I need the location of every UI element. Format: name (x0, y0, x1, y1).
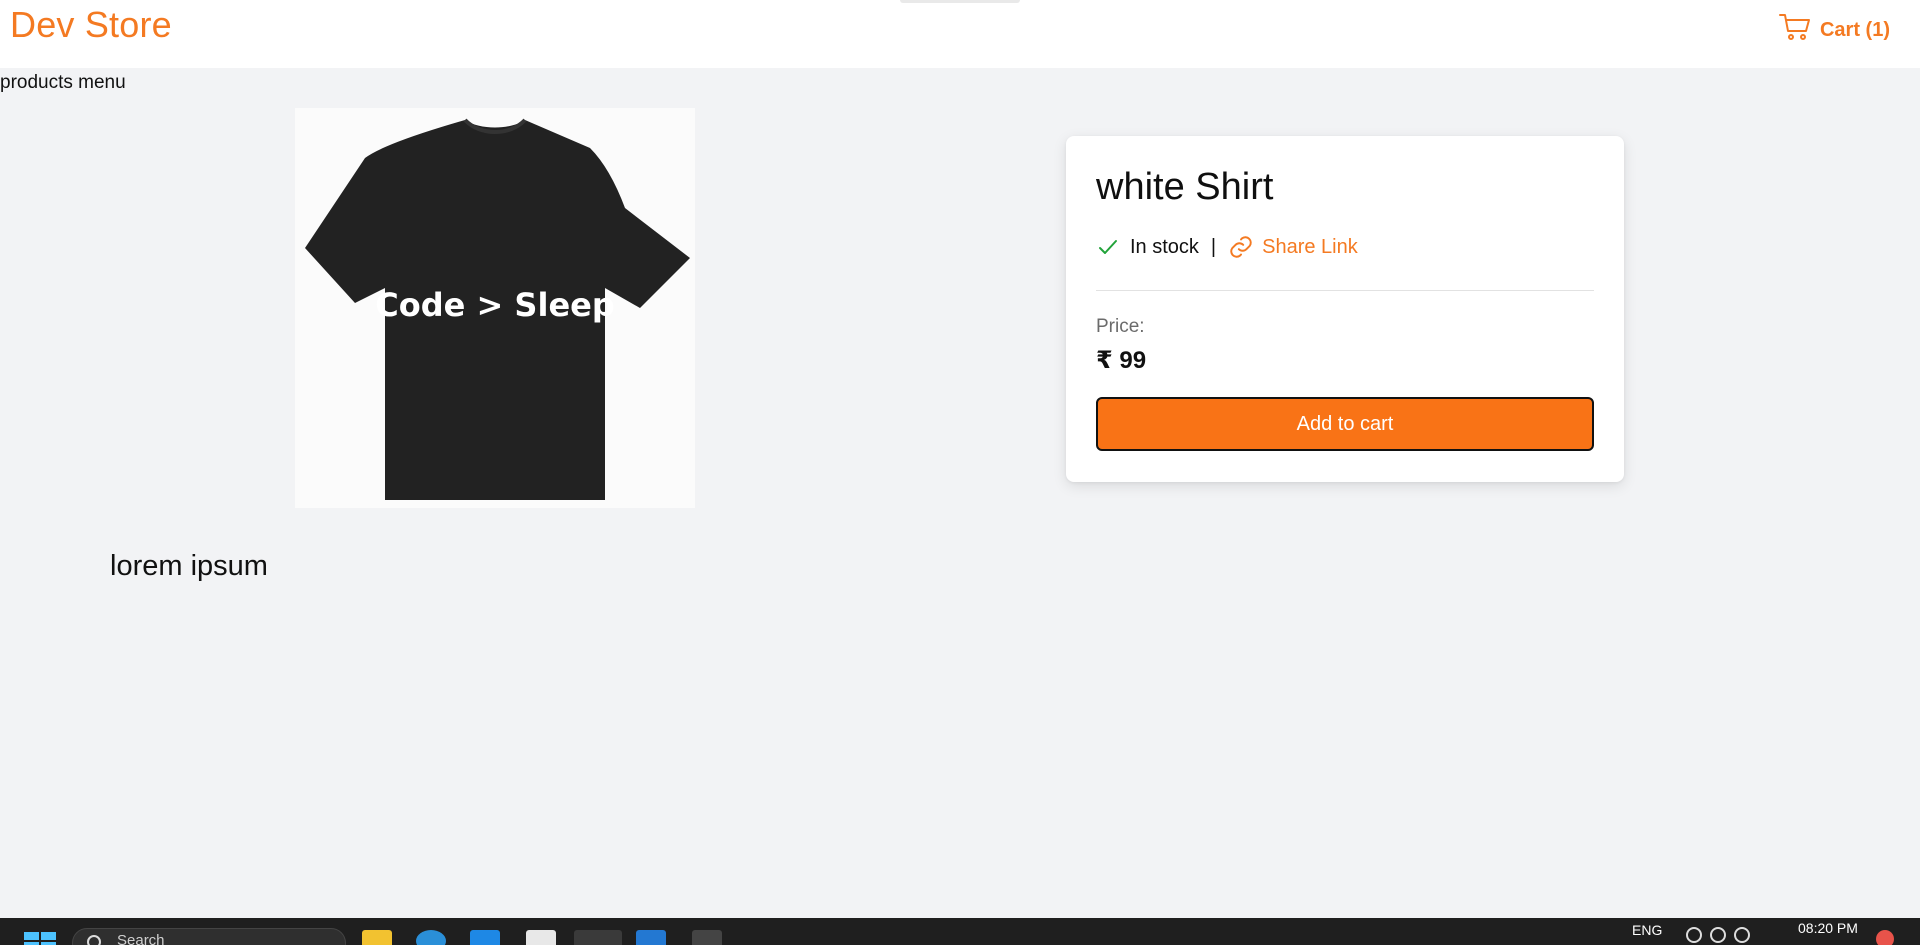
os-taskbar: Search ENG 08:20 PM (0, 918, 1920, 945)
system-tray[interactable] (1686, 927, 1766, 943)
divider (1096, 290, 1594, 291)
terminal-icon[interactable] (692, 930, 722, 945)
site-header: Dev Store Cart (1) (0, 0, 1920, 68)
brand-logo[interactable]: Dev Store (10, 4, 172, 46)
windows-start-icon[interactable] (24, 932, 56, 945)
notification-icon[interactable] (1876, 930, 1894, 945)
add-to-cart-button[interactable]: Add to cart (1096, 397, 1594, 451)
chrome-icon[interactable] (574, 930, 622, 945)
app-icon[interactable] (470, 930, 500, 945)
shopping-cart-icon (1778, 12, 1812, 48)
volume-icon (1710, 927, 1726, 943)
clock[interactable]: 08:20 PM (1798, 920, 1858, 936)
price-label: Price: (1096, 316, 1145, 337)
product-description: lorem ipsum (110, 550, 268, 582)
cart-label: Cart (1) (1819, 18, 1890, 41)
file-explorer-icon[interactable] (362, 930, 392, 945)
price-value: ₹ 99 (1096, 347, 1147, 374)
products-menu[interactable]: products menu (0, 72, 126, 94)
stock-status: In stock (1130, 235, 1199, 258)
share-link[interactable]: Share Link (1228, 234, 1358, 260)
search-icon (87, 935, 101, 945)
link-icon (1228, 234, 1254, 260)
top-scroll-hint (900, 0, 1020, 3)
shirt-print-text: Code > Sleep (375, 286, 615, 324)
status-row: In stock | Share Link (1096, 232, 1358, 262)
taskbar-search-placeholder: Search (117, 932, 165, 945)
wifi-icon (1686, 927, 1702, 943)
check-icon (1096, 235, 1120, 259)
share-link-label: Share Link (1262, 235, 1358, 258)
product-image: Code > Sleep (295, 108, 695, 508)
product-card: white Shirt In stock | Share Link Price:… (1066, 136, 1624, 482)
battery-icon (1734, 927, 1750, 943)
product-title: white Shirt (1096, 166, 1274, 208)
taskbar-search[interactable]: Search (72, 928, 346, 945)
store-icon[interactable] (526, 930, 556, 945)
language-indicator[interactable]: ENG (1632, 922, 1662, 938)
edge-browser-icon[interactable] (416, 930, 446, 945)
cart-link[interactable]: Cart (1) (1778, 14, 1890, 46)
vscode-icon[interactable] (636, 930, 666, 945)
separator: | (1210, 235, 1217, 258)
